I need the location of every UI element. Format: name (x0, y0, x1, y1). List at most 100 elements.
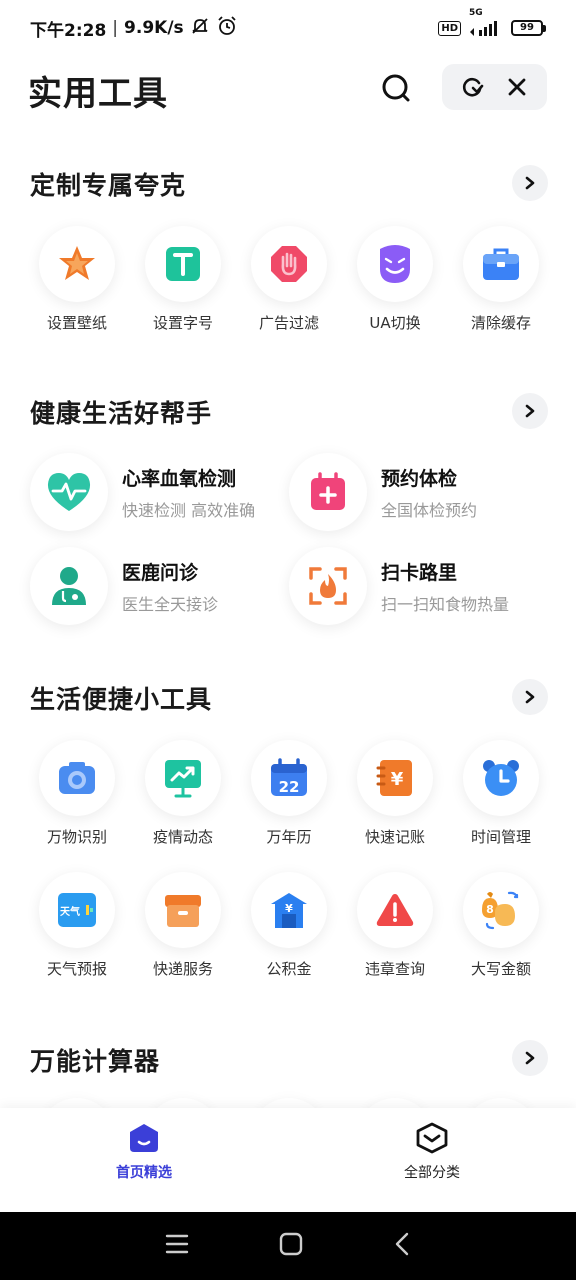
close-button[interactable] (499, 69, 535, 105)
signal-icon: 5G (469, 8, 503, 36)
tool-label: UA切换 (369, 314, 421, 332)
tool-capital-amount[interactable]: 8 大写金额 (448, 872, 554, 979)
chevron-right-icon (525, 690, 535, 704)
health-subtitle: 全国体检预约 (381, 500, 478, 520)
wallpaper-star-icon (59, 246, 95, 280)
health-title: 扫卡路里 (381, 561, 458, 584)
chevron-right-icon (525, 176, 535, 190)
svg-text:8: 8 (486, 903, 494, 916)
tool-set-wallpaper[interactable]: 设置壁纸 (24, 226, 130, 333)
header: 实用工具 (0, 58, 576, 118)
mute-icon (190, 16, 210, 41)
tool-label: 天气预报 (46, 960, 107, 978)
clear-cache-briefcase-icon (483, 248, 519, 280)
health-title: 心率血氧检测 (122, 467, 237, 490)
tool-object-recognition[interactable]: 万物识别 (24, 740, 130, 847)
health-subtitle: 快速检测 高效准确 (122, 500, 256, 520)
tool-violation-lookup[interactable]: 违章查询 (342, 872, 448, 979)
tool-label: 清除缓存 (470, 314, 531, 332)
home-square-icon[interactable] (279, 1232, 303, 1260)
tool-label: 设置字号 (152, 314, 213, 332)
tool-housing-fund[interactable]: ¥ 公积金 (236, 872, 342, 979)
scan-flame-icon (309, 567, 347, 605)
tool-set-font-size[interactable]: 设置字号 (130, 226, 236, 333)
health-title: 预约体检 (381, 467, 458, 490)
money-bag-icon: 8 (482, 891, 519, 930)
health-heart-rate[interactable]: 心率血氧检测 快速检测 高效准确 (30, 452, 280, 532)
health-subtitle: 医生全天接诊 (122, 594, 219, 614)
svg-text:¥: ¥ (391, 769, 404, 790)
tool-perpetual-calendar[interactable]: 22 万年历 (236, 740, 342, 847)
section-more-calculator[interactable] (512, 1040, 548, 1076)
categories-box-icon (416, 1122, 448, 1154)
nav-home-featured[interactable]: 首页精选 (69, 1122, 219, 1182)
svg-text:¥: ¥ (285, 902, 293, 915)
tool-express-service[interactable]: 快递服务 (130, 872, 236, 979)
section-title-health: 健康生活好帮手 (30, 399, 213, 428)
search-icon (382, 74, 410, 102)
camera-icon (59, 762, 95, 794)
tool-label: 快速记账 (364, 828, 425, 846)
parcel-box-icon (165, 895, 201, 927)
tool-label: 广告过滤 (258, 314, 319, 332)
life-tools-row-2: 天气 天气预报 快递服务 ¥ 公积金 违章查询 8 大写金额 (24, 872, 554, 979)
svg-text:天气: 天气 (60, 905, 80, 918)
svg-text:22: 22 (279, 778, 300, 796)
health-doctor-consult[interactable]: 医鹿问诊 医生全天接诊 (30, 546, 280, 626)
health-checkup-booking[interactable]: 预约体检 全国体检预约 (289, 452, 539, 532)
heart-rate-icon (47, 473, 91, 511)
tool-label: 公积金 (266, 960, 312, 978)
ledger-yen-icon: ¥ (376, 760, 412, 796)
tool-quick-accounting[interactable]: ¥ 快速记账 (342, 740, 448, 847)
trend-monitor-icon (165, 760, 201, 798)
doctor-icon (52, 567, 86, 605)
alarm-icon (216, 15, 238, 42)
font-size-icon (166, 247, 200, 281)
tool-ad-filter[interactable]: 广告过滤 (236, 226, 342, 333)
section-title-life: 生活便捷小工具 (30, 685, 213, 714)
health-scan-calories[interactable]: 扫卡路里 扫一扫知食物热量 (289, 546, 539, 626)
housing-fund-icon: ¥ (271, 893, 307, 928)
tool-label: 疫情动态 (152, 828, 213, 846)
tool-time-management[interactable]: 时间管理 (448, 740, 554, 847)
home-icon (130, 1124, 158, 1152)
back-icon[interactable] (393, 1232, 411, 1260)
status-time: 下午2:28 (30, 20, 107, 41)
chevron-right-icon (525, 1051, 535, 1065)
alarm-clock-icon (483, 760, 519, 796)
health-subtitle: 扫一扫知食物热量 (381, 594, 510, 614)
life-tools-row-1: 万物识别 疫情动态 22 万年历 ¥ 快速记账 时间管理 (24, 740, 554, 847)
tool-label: 设置壁纸 (46, 314, 107, 332)
search-button[interactable] (376, 68, 416, 108)
system-nav-bar (0, 1212, 576, 1280)
warning-triangle-icon (376, 894, 414, 926)
tool-ua-switch[interactable]: UA切换 (342, 226, 448, 333)
section-more-life[interactable] (512, 679, 548, 715)
refresh-button[interactable] (454, 69, 490, 105)
section-title-custom: 定制专属夸克 (30, 171, 187, 200)
tool-label: 快递服务 (152, 960, 213, 978)
nav-all-categories[interactable]: 全部分类 (357, 1122, 507, 1182)
page-title: 实用工具 (28, 74, 168, 114)
nav-label: 全部分类 (404, 1165, 460, 1181)
menu-icon[interactable] (165, 1233, 189, 1259)
tool-label: 大写金额 (470, 960, 531, 978)
section-more-custom[interactable] (512, 165, 548, 201)
ad-block-hand-icon (271, 246, 307, 282)
tool-clear-cache[interactable]: 清除缓存 (448, 226, 554, 333)
section-title-calculator: 万能计算器 (30, 1047, 161, 1076)
capsule-menu (442, 64, 547, 110)
health-title: 医鹿问诊 (122, 561, 199, 584)
battery-icon: 99 (511, 20, 546, 36)
close-icon (508, 78, 526, 96)
refresh-icon (463, 77, 484, 97)
tool-weather[interactable]: 天气 天气预报 (24, 872, 130, 979)
hd-indicator: HD (438, 20, 461, 36)
tool-label: 万年历 (266, 828, 312, 846)
calendar-plus-icon (311, 472, 345, 510)
tool-epidemic-trends[interactable]: 疫情动态 (130, 740, 236, 847)
tool-label: 违章查询 (364, 960, 425, 978)
status-speed: 9.9K/s (124, 18, 184, 38)
calendar-22-icon: 22 (271, 758, 307, 796)
section-more-health[interactable] (512, 393, 548, 429)
